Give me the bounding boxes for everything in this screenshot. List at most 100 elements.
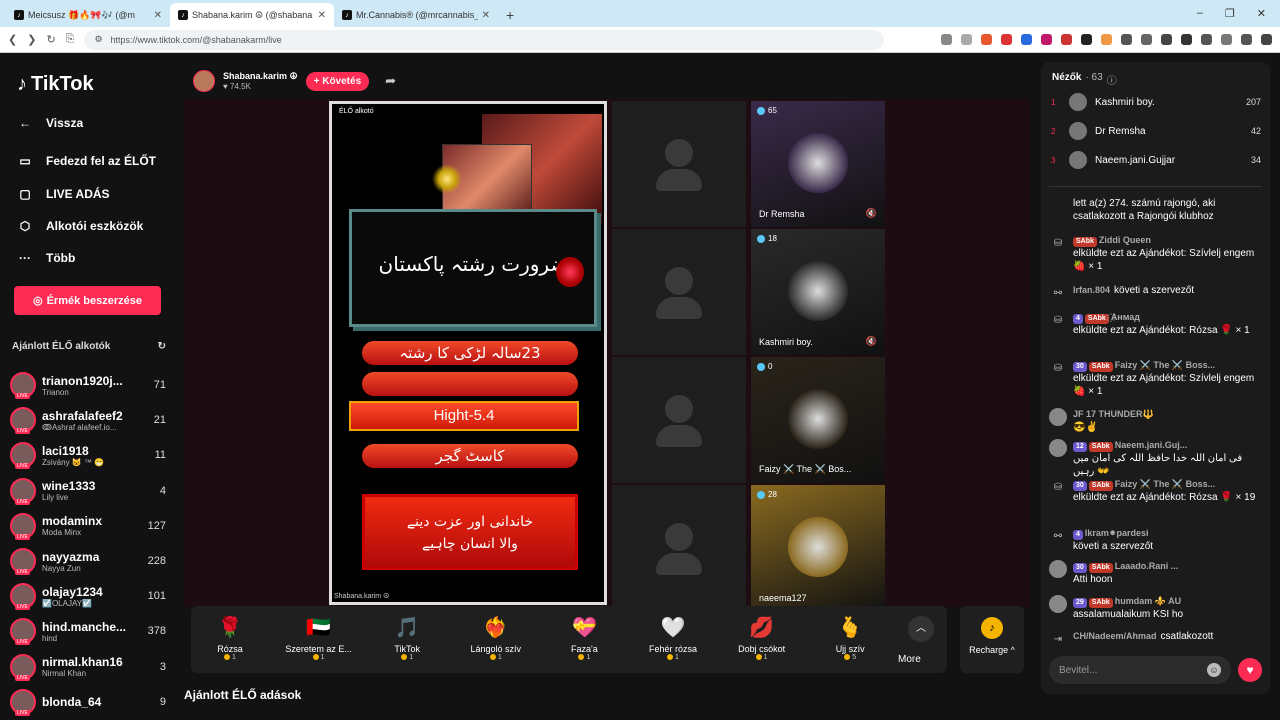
creator-item[interactable]: LIVE trianon1920j... Trianon 71 [10,368,166,402]
creator-avatar[interactable]: LIVE [10,688,36,716]
creator-avatar[interactable]: LIVE [10,372,36,399]
top-viewer[interactable]: 2 Dr Remsha 42 [1051,121,1261,141]
top-viewer[interactable]: 3 Naeem.jani.Gujjar 34 [1051,150,1261,170]
extension-icon[interactable] [1121,34,1132,45]
extension-icon[interactable] [941,34,952,45]
bookmark-icon[interactable]: ⎘ [66,33,75,46]
shield-icon[interactable] [1241,34,1252,45]
chevron-up-icon[interactable]: ︿ [908,616,934,642]
menu-icon[interactable] [1261,34,1272,45]
creator-item[interactable]: LIVE hind.manche... hind 378 [10,614,166,648]
refresh-icon[interactable]: ↻ [158,341,166,352]
creator-avatar[interactable]: LIVE [10,583,36,611]
chat-username[interactable]: Ziddi Queen [1099,235,1151,245]
creator-item[interactable]: LIVE wine1333 Lily live 4 [10,474,166,508]
user-avatar[interactable] [1049,560,1067,578]
nav-explore-live[interactable]: ▭ Fedezd fel az ÉLŐT [18,154,156,168]
extension-icon[interactable] [1101,34,1112,45]
creator-avatar[interactable]: LIVE [10,442,36,470]
creator-avatar[interactable]: LIVE [10,548,36,575]
reload-icon[interactable]: ↻ [46,33,55,46]
chat-username[interactable]: Laaado.Rani ... [1115,561,1179,571]
wallet-icon[interactable] [1201,34,1212,45]
more-gifts-button[interactable]: More [898,654,921,665]
chat-username[interactable]: CH/Nadeem/Ahmad [1073,631,1157,641]
guest-slot[interactable]: 65 Dr Remsha 🔇 [751,101,885,227]
creator-avatar[interactable]: LIVE [10,477,36,505]
empty-guest-slot[interactable] [612,229,746,355]
chat-username[interactable]: Faizy ⚔️ The ⚔️ Boss... [1115,360,1215,370]
host-avatar[interactable] [193,70,215,92]
back-icon[interactable]: ❮ [8,33,17,46]
brave-shield-icon[interactable] [981,34,992,45]
extension-icon[interactable] [1141,34,1152,45]
empty-guest-slot[interactable] [612,485,746,611]
chat-username[interactable]: Ikram⁕pardesi [1085,528,1149,538]
viewers-header[interactable]: Nézők · 63 ⓘ [1052,72,1117,87]
creator-avatar[interactable]: LIVE [10,618,36,646]
chat-username[interactable]: ҈Aнмад [1111,312,1140,322]
close-window-icon[interactable]: ✕ [1257,7,1266,20]
get-coins-button[interactable]: ◎ Érmék beszerzése [14,286,161,315]
top-viewer[interactable]: 1 Kashmiri boy. 207 [1051,92,1261,112]
emoji-icon[interactable]: ☺ [1207,663,1221,677]
gift-item[interactable]: 🫰 Ujj szív 5 [810,614,890,662]
host-video[interactable]: ÉLŐ alkotó ضرورت رشتہ پاکستان 23سالہ لڑک… [329,101,607,605]
gift-item[interactable]: 💋 Dobj csókot 1 [722,614,802,662]
creator-avatar[interactable]: LIVE [10,653,36,681]
recharge-button[interactable]: ♪ Recharge ^ [960,606,1024,673]
ai-icon[interactable] [1221,34,1232,45]
host-name[interactable]: Shabana.karim ☮ [223,71,298,82]
gift-item[interactable]: 🇦🇪 Szeretem az E... 1 [279,614,359,662]
nav-creator-tools[interactable]: ⬡ Alkotói eszközök [18,219,144,233]
minimize-icon[interactable]: – [1197,7,1203,20]
empty-guest-slot[interactable] [612,357,746,483]
guest-slot[interactable]: 0 Faizy ⚔️ The ⚔️ Bos... [751,357,885,483]
browser-tab-3[interactable]: ♪ Mr.Cannabis® (@mrcannabis_) ÉLŐ ✕ [334,3,498,27]
extension-icon[interactable] [1001,34,1012,45]
gift-item[interactable]: 🤍 Fehér rózsa 1 [633,614,713,662]
guest-slot[interactable]: 18 Kashmiri boy. 🔇 [751,229,885,355]
creator-avatar[interactable]: LIVE [10,407,36,435]
gift-item[interactable]: ❤️‍🔥 Lángoló szív 1 [456,614,536,662]
close-tab-icon[interactable]: ✕ [482,10,490,21]
nav-more[interactable]: ··· Több [18,251,75,265]
browser-tab-2[interactable]: ♪ Shabana.karim ☮ (@shabana ✕ [170,3,334,27]
new-tab-icon[interactable]: + [498,7,522,27]
zoom-icon[interactable] [961,34,972,45]
chat-username[interactable]: Irfan.804 [1073,285,1110,295]
creator-item[interactable]: LIVE nayyazma Nayya Zun 228 [10,544,166,578]
url-field[interactable]: ⚙ https://www.tiktok.com/@shabanakarm/li… [84,29,885,50]
nav-live[interactable]: ▢ LIVE ADÁS [18,187,109,201]
sidebar-icon[interactable] [1181,34,1192,45]
extension-icon[interactable] [1021,34,1032,45]
site-info-icon[interactable]: ⚙ [94,34,102,45]
creator-item[interactable]: LIVE ashrafalafeef2 ↂAshraf alafeef.io... 2… [10,403,166,437]
chat-input[interactable]: Bevitel... ☺ [1049,656,1231,684]
gift-item[interactable]: 🎵 TikTok 1 [367,614,447,662]
close-tab-icon[interactable]: ✕ [318,10,326,21]
browser-tab-1[interactable]: ♪ Meicsusz 🎁🔥🎀🎶 (@m ✕ [6,3,170,27]
guest-slot[interactable]: 28 naeema127 [751,485,885,611]
nav-back[interactable]: ← Vissza [18,116,83,130]
chat-username[interactable]: humdam ⚜️ AU [1115,596,1181,606]
empty-guest-slot[interactable] [612,101,746,227]
follow-button[interactable]: + Követés [305,71,370,91]
gift-item[interactable]: 🌹 Rózsa 1 [190,614,270,662]
creator-item[interactable]: LIVE laci1918 Zsivány 😺 ™ 😁 11 [10,438,166,472]
user-avatar[interactable] [1049,595,1067,613]
creator-item[interactable]: LIVE nirmal.khan16 Nirmal Khan 3 [10,650,166,684]
chat-username[interactable]: Naeem.jani.Guj... [1115,440,1188,450]
gift-item[interactable]: 💝 Faza'a 1 [544,614,624,662]
share-icon[interactable]: ➦ [385,73,396,89]
close-tab-icon[interactable]: ✕ [154,10,162,21]
creator-item[interactable]: LIVE olajay1234 ☑️OLAJAY☑️ 101 [10,579,166,613]
music-icon[interactable] [1161,34,1172,45]
restore-icon[interactable]: ❐ [1225,7,1235,20]
extension-icon[interactable] [1081,34,1092,45]
creator-item[interactable]: LIVE blonda_64 9 [10,685,166,719]
chat-username[interactable]: Faizy ⚔️ The ⚔️ Boss... [1115,479,1215,489]
extension-icon[interactable] [1041,34,1052,45]
creator-avatar[interactable]: LIVE [10,512,36,540]
extension-icon[interactable] [1061,34,1072,45]
